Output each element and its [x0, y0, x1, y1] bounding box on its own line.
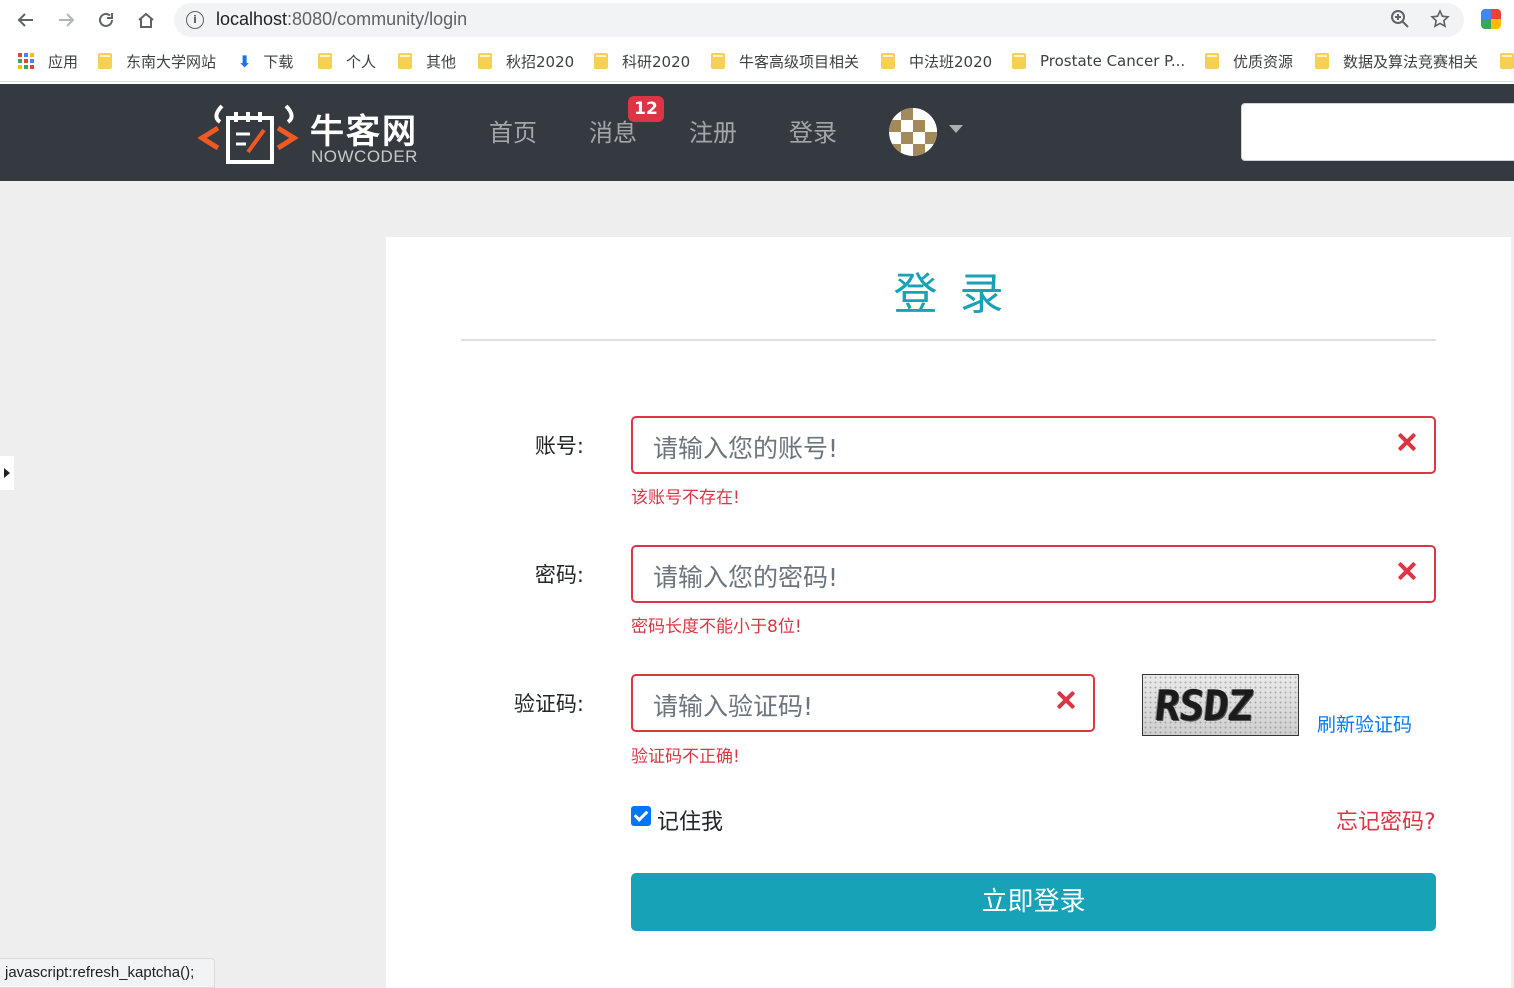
logo-text: 牛客网 — [310, 112, 418, 152]
remember-me-label[interactable]: 记住我 — [657, 804, 723, 836]
bookmark-label: 应用 — [48, 52, 79, 71]
extension-icon[interactable] — [1481, 9, 1501, 29]
bookmark-label: 其他 — [426, 52, 457, 71]
bookmark-label: 个人 — [346, 52, 377, 71]
account-label: 账号: — [534, 434, 584, 458]
password-label: 密码: — [534, 563, 584, 587]
home-icon[interactable] — [132, 6, 160, 34]
browser-status-bar: javascript:refresh_kaptcha(); — [0, 958, 215, 988]
back-icon[interactable] — [12, 6, 40, 34]
bookmark-label: 数据及算法竞赛相关 — [1343, 52, 1479, 71]
refresh-captcha-link[interactable]: 刷新验证码 — [1317, 710, 1412, 737]
nav-register[interactable]: 注册 — [689, 113, 737, 148]
sidebar-toggle-icon[interactable] — [0, 456, 14, 490]
browser-toolbar: i localhost:8080/community/login — [0, 0, 1514, 40]
bookmark-folder[interactable]: 中法班2020 — [881, 50, 992, 72]
user-menu-caret-icon[interactable] — [949, 125, 963, 133]
bookmarks-bar: 应用 东南大学网站 ⬇ 下载 个人 其他 秋招2020 科研2020 牛客高级项目… — [0, 40, 1514, 82]
logo-subtext: NOWCODER — [311, 147, 418, 166]
site-info-icon[interactable]: i — [186, 11, 204, 29]
folder-icon — [98, 53, 112, 69]
bookmark-label: 牛客高级项目相关 — [739, 52, 860, 71]
bookmark-overflow[interactable] — [1500, 50, 1514, 72]
folder-icon — [711, 53, 725, 69]
bookmark-label: Prostate Cancer P... — [1040, 52, 1186, 70]
bookmark-label: 下载 — [263, 52, 294, 71]
folder-icon — [478, 53, 492, 69]
folder-icon — [1012, 53, 1026, 69]
captcha-label: 验证码: — [513, 692, 584, 716]
account-invalid-icon — [1397, 432, 1417, 452]
bookmark-folder[interactable]: 科研2020 — [594, 50, 690, 72]
bookmark-folder[interactable]: 数据及算法竞赛相关 — [1315, 50, 1478, 72]
bookmark-label: 东南大学网站 — [126, 52, 217, 71]
password-error: 密码长度不能小于8位! — [631, 617, 802, 637]
nav-home[interactable]: 首页 — [489, 113, 537, 148]
folder-icon — [398, 53, 412, 69]
folder-icon — [1315, 53, 1329, 69]
url-text: localhost:8080/community/login — [216, 9, 468, 29]
folder-icon — [318, 53, 332, 69]
nav-login[interactable]: 登录 — [789, 113, 837, 148]
folder-icon — [1500, 53, 1514, 69]
captcha-invalid-icon — [1056, 690, 1076, 710]
apps-grid-icon — [18, 53, 34, 69]
bookmark-label: 秋招2020 — [506, 52, 575, 71]
page-title: 登录 — [893, 269, 1026, 320]
bookmark-folder[interactable]: 东南大学网站 — [98, 50, 216, 72]
captcha-field[interactable]: 请输入验证码! — [631, 674, 1095, 732]
folder-icon — [594, 53, 608, 69]
avatar[interactable] — [889, 108, 937, 156]
folder-icon — [1205, 53, 1219, 69]
account-field[interactable]: 请输入您的账号! — [631, 416, 1436, 474]
bookmark-label: 中法班2020 — [909, 52, 993, 71]
bookmark-star-icon[interactable] — [1430, 9, 1450, 34]
download-icon: ⬇ — [238, 51, 252, 71]
search-input[interactable] — [1241, 103, 1514, 161]
address-bar[interactable]: i localhost:8080/community/login — [174, 3, 1464, 37]
login-submit-button[interactable]: 立即登录 — [631, 873, 1436, 931]
account-error: 该账号不存在! — [631, 488, 740, 508]
bookmark-apps[interactable]: 应用 — [18, 50, 78, 72]
bookmark-downloads[interactable]: ⬇ 下载 — [238, 50, 293, 72]
bookmark-folder[interactable]: 优质资源 — [1205, 50, 1293, 72]
bookmark-folder[interactable]: 秋招2020 — [478, 50, 574, 72]
bookmark-label: 科研2020 — [622, 52, 691, 71]
captcha-placeholder: 请输入验证码! — [653, 692, 814, 721]
bookmark-folder[interactable]: 其他 — [398, 50, 456, 72]
folder-icon — [881, 53, 895, 69]
password-placeholder: 请输入您的密码! — [653, 563, 839, 592]
account-placeholder: 请输入您的账号! — [653, 434, 839, 463]
captcha-error: 验证码不正确! — [631, 747, 740, 767]
title-divider — [461, 339, 1436, 341]
bookmark-folder[interactable]: Prostate Cancer P... — [1012, 50, 1185, 72]
captcha-text: RSDZ — [1152, 681, 1255, 730]
zoom-icon[interactable] — [1390, 9, 1410, 34]
bookmark-folder[interactable]: 个人 — [318, 50, 376, 72]
remember-me-checkbox[interactable] — [631, 806, 651, 826]
password-invalid-icon — [1397, 561, 1417, 581]
bookmark-folder[interactable]: 牛客高级项目相关 — [711, 50, 859, 72]
reload-icon[interactable] — [92, 6, 120, 34]
message-count-badge: 12 — [628, 96, 664, 122]
captcha-image[interactable]: RSDZ — [1142, 674, 1299, 736]
forgot-password-link[interactable]: 忘记密码? — [1336, 804, 1436, 836]
password-field[interactable]: 请输入您的密码! — [631, 545, 1436, 603]
bookmark-label: 优质资源 — [1233, 52, 1294, 71]
forward-icon[interactable] — [52, 6, 80, 34]
